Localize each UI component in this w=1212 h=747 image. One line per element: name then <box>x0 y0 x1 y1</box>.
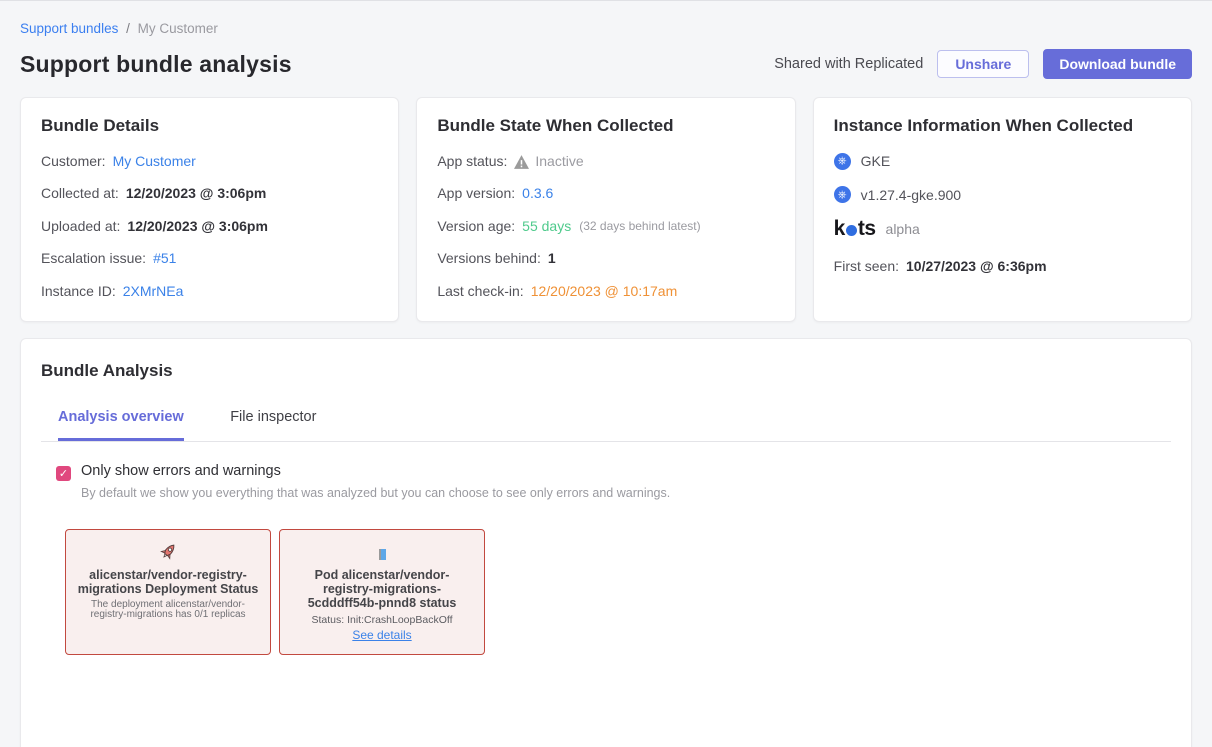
bundle-details-card: Bundle Details Customer: My Customer Col… <box>20 97 399 322</box>
versions-behind-value: 1 <box>548 250 556 266</box>
unshare-button[interactable]: Unshare <box>937 50 1029 78</box>
kots-logo: kts <box>834 217 876 241</box>
last-checkin-label: Last check-in: <box>437 283 523 299</box>
app-version-label: App version: <box>437 185 515 201</box>
versions-behind-label: Versions behind: <box>437 250 541 266</box>
broken-image-icon <box>379 541 386 563</box>
app-status-label: App status: <box>437 153 507 169</box>
tab-analysis-overview[interactable]: Analysis overview <box>58 409 184 441</box>
header-actions: Shared with Replicated Unshare Download … <box>774 49 1192 79</box>
bundle-details-title: Bundle Details <box>41 116 378 136</box>
download-bundle-button[interactable]: Download bundle <box>1043 49 1192 79</box>
first-seen-label: First seen: <box>834 258 899 274</box>
k8s-version-row: ⎈ v1.27.4-gke.900 <box>834 186 1171 203</box>
last-checkin-value: 12/20/2023 @ 10:17am <box>531 283 678 299</box>
tab-file-inspector[interactable]: File inspector <box>230 409 316 438</box>
pod-status-card[interactable]: Pod alicenstar/vendor-registry-migration… <box>279 529 485 655</box>
distribution-row: ⎈ GKE <box>834 153 1171 170</box>
app-status-row: App status: Inactive <box>437 153 774 169</box>
last-checkin-row: Last check-in: 12/20/2023 @ 10:17am <box>437 283 774 299</box>
collected-at-label: Collected at: <box>41 185 119 201</box>
instance-id-link[interactable]: 2XMrNEa <box>123 283 184 299</box>
uploaded-at-value: 12/20/2023 @ 3:06pm <box>127 218 268 234</box>
uploaded-at-label: Uploaded at: <box>41 218 120 234</box>
info-cards-row: Bundle Details Customer: My Customer Col… <box>20 97 1192 322</box>
analysis-results: alicenstar/vendor-registry-migrations De… <box>41 529 1171 655</box>
page-title: Support bundle analysis <box>20 51 292 78</box>
shared-status-text: Shared with Replicated <box>774 56 923 72</box>
page: Support bundles / My Customer Support bu… <box>0 21 1212 747</box>
analysis-card-title: Pod alicenstar/vendor-registry-migration… <box>291 568 473 610</box>
escalation-issue-link[interactable]: #51 <box>153 250 176 266</box>
customer-link[interactable]: My Customer <box>113 153 196 169</box>
analysis-card-title: alicenstar/vendor-registry-migrations De… <box>77 568 259 596</box>
rocket-icon <box>159 541 178 563</box>
only-errors-label: Only show errors and warnings <box>81 463 1171 479</box>
customer-label: Customer: <box>41 153 106 169</box>
version-age-label: Version age: <box>437 218 515 234</box>
uploaded-at-row: Uploaded at: 12/20/2023 @ 3:06pm <box>41 218 378 234</box>
kots-version-value: alpha <box>886 221 920 237</box>
deployment-status-card[interactable]: alicenstar/vendor-registry-migrations De… <box>65 529 271 655</box>
version-age-note: (32 days behind latest) <box>579 219 700 233</box>
kots-version-row: kts alpha <box>834 217 1171 241</box>
warning-icon <box>514 155 529 169</box>
app-status-value: Inactive <box>535 153 583 169</box>
version-age-row: Version age: 55 days (32 days behind lat… <box>437 218 774 234</box>
analysis-card-detail: The deployment alicenstar/vendor-registr… <box>77 600 259 621</box>
version-age-value: 55 days <box>522 218 571 234</box>
first-seen-value: 10/27/2023 @ 6:36pm <box>906 258 1047 274</box>
versions-behind-row: Versions behind: 1 <box>437 250 774 266</box>
bundle-analysis-card: Bundle Analysis Analysis overview File i… <box>20 338 1192 747</box>
instance-info-card: Instance Information When Collected ⎈ GK… <box>813 97 1192 322</box>
only-errors-checkbox[interactable]: ✓ <box>56 466 71 481</box>
bundle-state-card: Bundle State When Collected App status: … <box>416 97 795 322</box>
customer-row: Customer: My Customer <box>41 153 378 169</box>
app-version-link[interactable]: 0.3.6 <box>522 185 553 201</box>
escalation-issue-label: Escalation issue: <box>41 250 146 266</box>
instance-id-label: Instance ID: <box>41 283 116 299</box>
kots-logo-o-dot <box>846 225 857 236</box>
instance-id-row: Instance ID: 2XMrNEa <box>41 283 378 299</box>
k8s-version-value: v1.27.4-gke.900 <box>861 187 961 203</box>
kubernetes-icon: ⎈ <box>834 153 851 170</box>
breadcrumb: Support bundles / My Customer <box>20 21 1192 36</box>
page-header: Support bundle analysis Shared with Repl… <box>20 49 1192 79</box>
kubernetes-icon: ⎈ <box>834 186 851 203</box>
app-version-row: App version: 0.3.6 <box>437 185 774 201</box>
breadcrumb-separator: / <box>126 21 130 36</box>
distribution-value: GKE <box>861 153 891 169</box>
see-details-link[interactable]: See details <box>352 628 411 642</box>
analysis-card-status: Status: Init:CrashLoopBackOff <box>311 614 452 626</box>
first-seen-row: First seen: 10/27/2023 @ 6:36pm <box>834 258 1171 274</box>
instance-info-title: Instance Information When Collected <box>834 116 1171 136</box>
breadcrumb-link-support-bundles[interactable]: Support bundles <box>20 21 118 36</box>
bundle-state-title: Bundle State When Collected <box>437 116 774 136</box>
escalation-issue-row: Escalation issue: #51 <box>41 250 378 266</box>
breadcrumb-current: My Customer <box>138 21 218 36</box>
collected-at-value: 12/20/2023 @ 3:06pm <box>126 185 267 201</box>
collected-at-row: Collected at: 12/20/2023 @ 3:06pm <box>41 185 378 201</box>
errors-filter: ✓ Only show errors and warnings By defau… <box>43 463 1171 500</box>
bundle-analysis-title: Bundle Analysis <box>41 361 1171 381</box>
only-errors-description: By default we show you everything that w… <box>81 486 1171 500</box>
analysis-tabs: Analysis overview File inspector <box>41 408 1171 442</box>
